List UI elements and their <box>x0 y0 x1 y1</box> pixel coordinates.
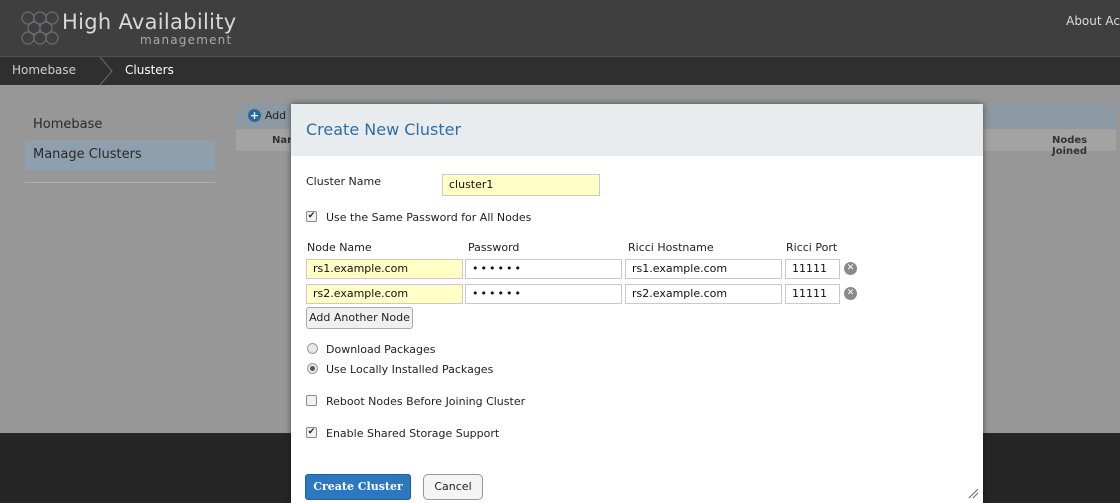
column-header-name: Nar <box>272 135 293 146</box>
column-ricci-port: Ricci Port <box>786 241 838 254</box>
resize-handle-icon[interactable] <box>967 487 979 499</box>
dialog-header: Create New Cluster <box>291 104 983 156</box>
remove-node-icon[interactable]: ✕ <box>844 262 857 275</box>
dialog-title: Create New Cluster <box>306 120 462 139</box>
reboot-nodes-label: Reboot Nodes Before Joining Cluster <box>326 395 526 408</box>
cluster-name-input[interactable]: cluster1 <box>442 174 600 196</box>
local-packages-radio[interactable] <box>307 363 318 374</box>
app-subtitle: management <box>140 33 233 47</box>
column-password: Password <box>468 241 520 254</box>
cluster-name-label: Cluster Name <box>306 175 381 188</box>
column-ricci-hostname: Ricci Hostname <box>628 241 714 254</box>
same-password-checkbox[interactable]: ✔ <box>306 211 317 222</box>
shared-storage-label: Enable Shared Storage Support <box>326 427 500 440</box>
top-bar: High Availability management About Ac <box>0 0 1120 56</box>
reboot-nodes-checkbox[interactable] <box>306 395 317 406</box>
create-cluster-dialog: Create New Cluster Cluster Name cluster1… <box>291 104 983 503</box>
ricci-port-input[interactable]: 11111 <box>785 284 840 304</box>
app-title: High Availability <box>62 10 237 34</box>
plus-icon: + <box>248 109 261 122</box>
add-another-node-button[interactable]: Add Another Node <box>306 307 413 329</box>
column-node-name: Node Name <box>307 241 372 254</box>
sidebar: Homebase Manage Clusters <box>25 110 215 183</box>
about-link[interactable]: About Ac <box>1066 14 1120 28</box>
node-name-input[interactable]: rs2.example.com <box>306 284 463 304</box>
breadcrumb-homebase[interactable]: Homebase <box>12 63 76 77</box>
sidebar-item-manage-clusters[interactable]: Manage Clusters <box>25 140 215 170</box>
download-packages-label: Download Packages <box>326 343 436 356</box>
node-name-input[interactable]: rs1.example.com <box>306 259 463 279</box>
node-password-input[interactable]: •••••• <box>465 284 622 304</box>
add-button-label: Add <box>264 109 287 122</box>
remove-node-icon[interactable]: ✕ <box>844 287 857 300</box>
shared-storage-checkbox[interactable]: ✔ <box>306 427 317 438</box>
ricci-port-input[interactable]: 11111 <box>785 259 840 279</box>
sidebar-divider <box>25 182 215 183</box>
create-cluster-button[interactable]: Create Cluster <box>305 474 411 500</box>
column-header-nodes-joined: Nodes Joined <box>1052 135 1088 157</box>
chevron-right-icon <box>99 57 113 85</box>
breadcrumb: Homebase Clusters <box>0 56 1120 85</box>
breadcrumb-clusters[interactable]: Clusters <box>125 63 174 77</box>
ricci-hostname-input[interactable]: rs2.example.com <box>625 284 782 304</box>
local-packages-label: Use Locally Installed Packages <box>326 363 494 376</box>
add-cluster-button[interactable]: + Add <box>248 108 286 122</box>
download-packages-radio[interactable] <box>307 343 318 354</box>
ricci-hostname-input[interactable]: rs1.example.com <box>625 259 782 279</box>
sidebar-item-homebase[interactable]: Homebase <box>25 110 215 140</box>
node-password-input[interactable]: •••••• <box>465 259 622 279</box>
cancel-button[interactable]: Cancel <box>423 474 483 500</box>
logo-icon <box>21 11 59 45</box>
same-password-label: Use the Same Password for All Nodes <box>326 211 532 224</box>
